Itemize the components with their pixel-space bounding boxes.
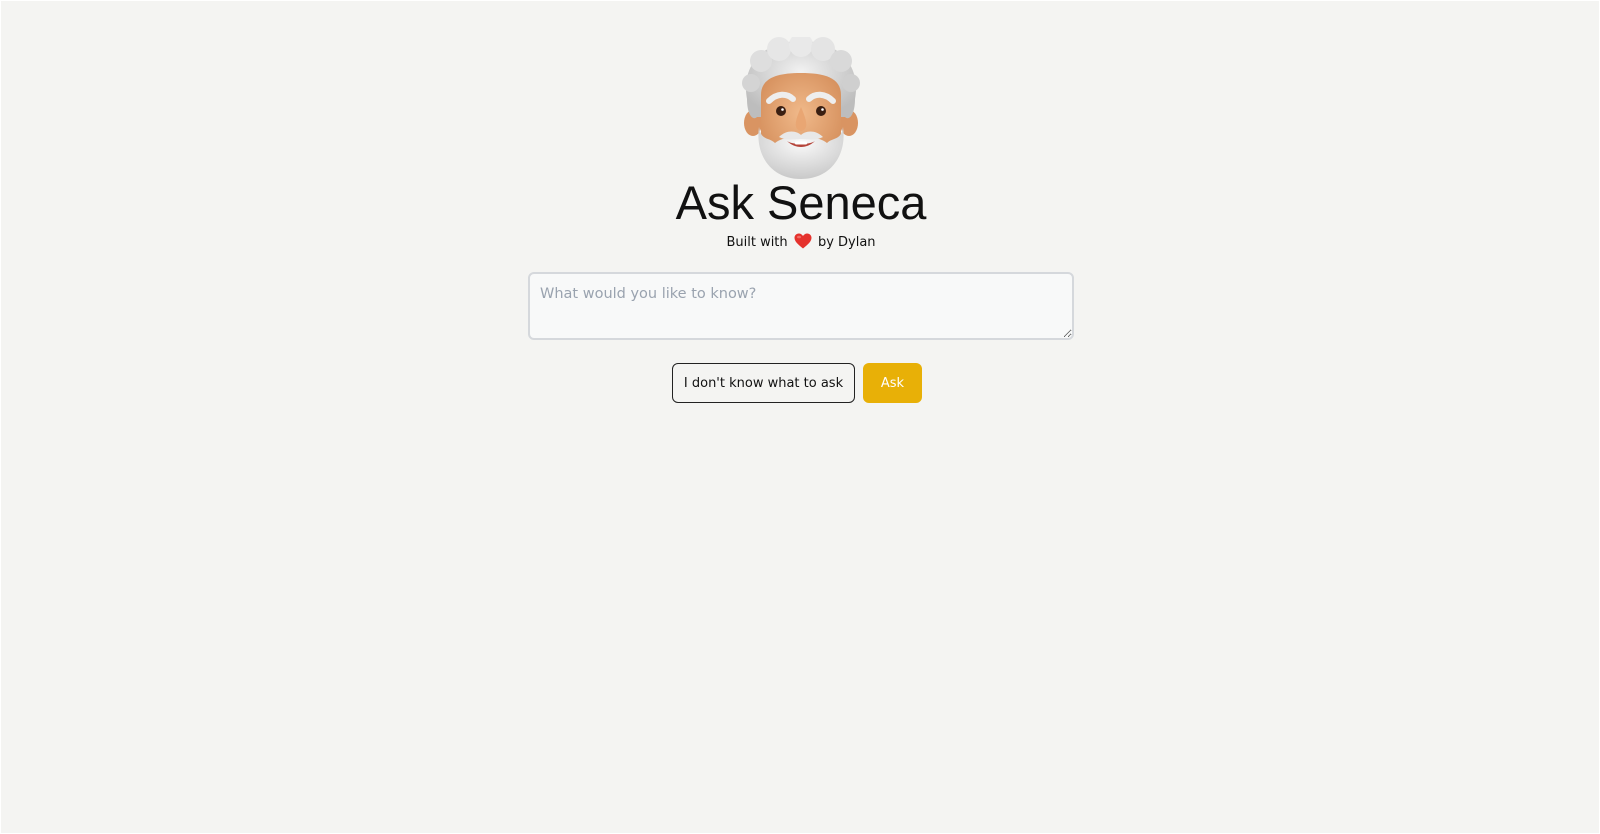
seneca-avatar-icon bbox=[739, 33, 863, 179]
subtitle: Built with by Dylan bbox=[1, 233, 1599, 253]
heart-icon bbox=[794, 233, 812, 249]
ask-button[interactable]: Ask bbox=[863, 363, 922, 403]
page-title: Ask Seneca bbox=[675, 176, 927, 229]
subtitle-suffix: by Dylan bbox=[817, 235, 876, 250]
random-question-button[interactable]: I don't know what to ask bbox=[672, 363, 855, 403]
page: Ask Seneca Built with by Dylan I don't k… bbox=[1, 1, 1599, 833]
subtitle-prefix: Built with bbox=[726, 235, 788, 250]
question-input[interactable] bbox=[528, 272, 1074, 340]
